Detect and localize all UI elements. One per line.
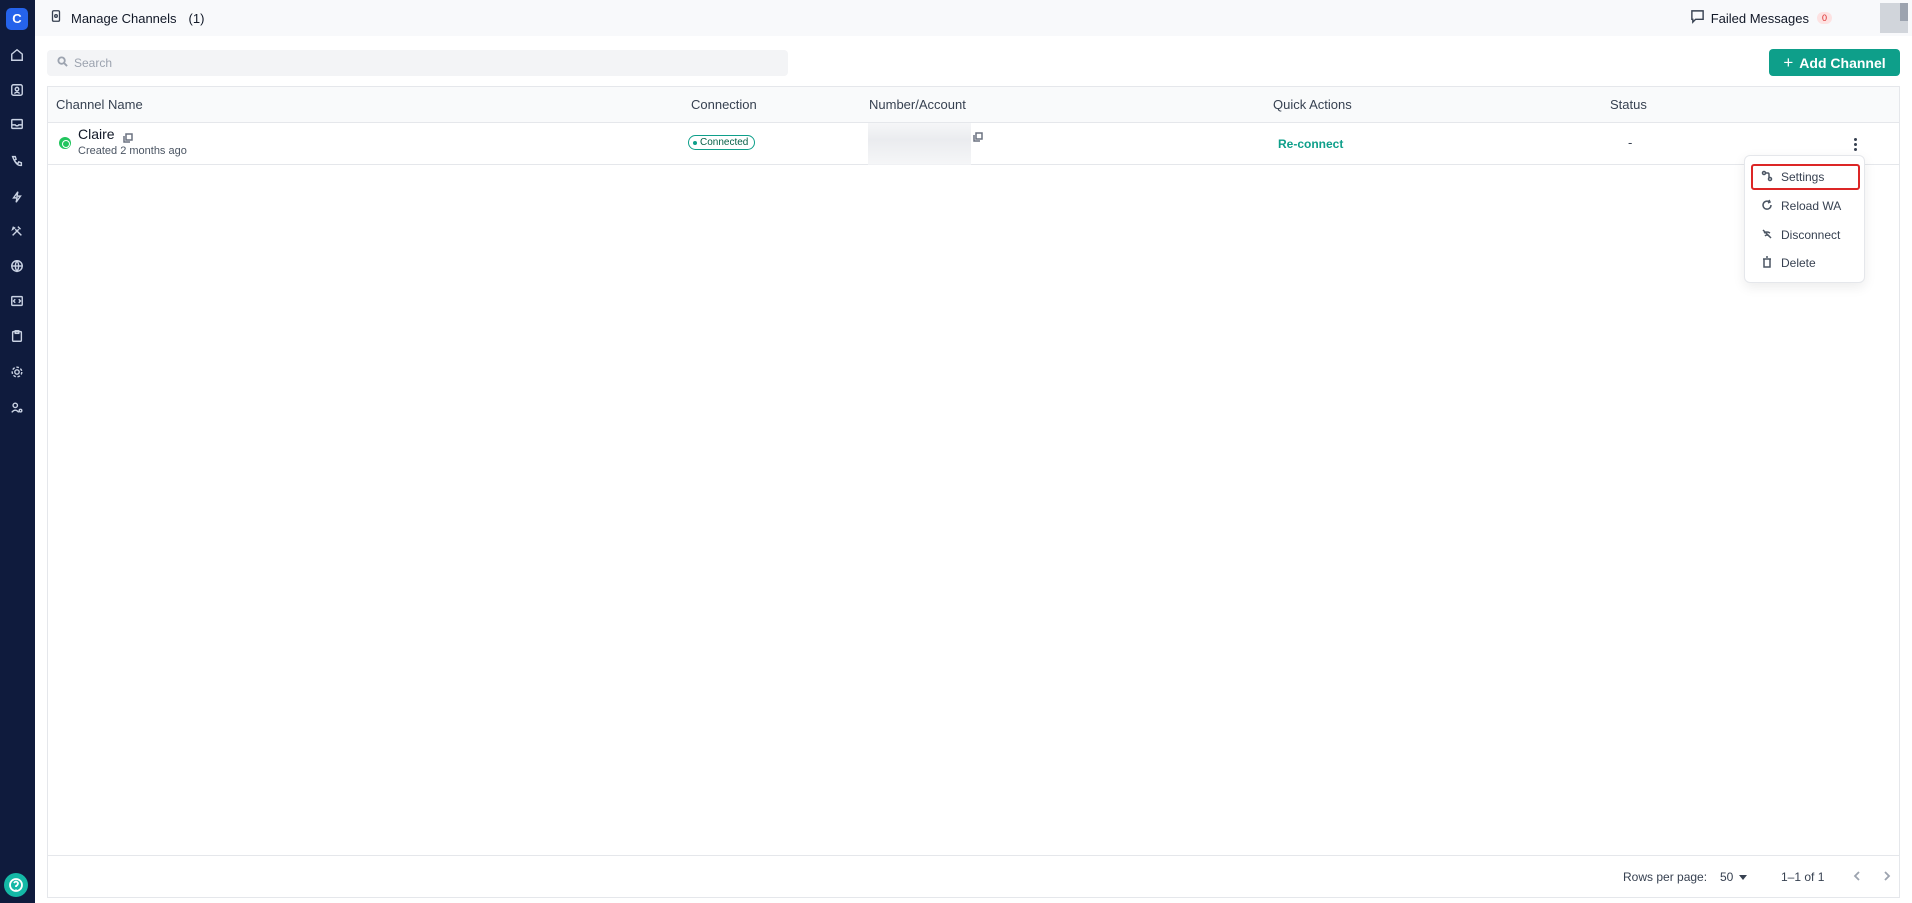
caret-down-icon — [1739, 874, 1748, 880]
whatsapp-icon — [59, 137, 71, 149]
copy-icon[interactable] — [123, 130, 133, 143]
trash-icon — [1761, 255, 1773, 271]
contacts-icon[interactable] — [6, 79, 28, 101]
rows-per-page-value: 50 — [1720, 870, 1734, 884]
table-header: Channel Name Connection Number/Account Q… — [48, 87, 1899, 123]
column-status: Status — [1610, 97, 1647, 112]
prev-page-icon[interactable] — [1848, 867, 1866, 885]
copy-number-icon[interactable] — [973, 129, 983, 142]
menu-item-delete[interactable]: Delete — [1751, 250, 1860, 276]
disconnect-icon — [1761, 228, 1773, 243]
column-number-account: Number/Account — [869, 97, 966, 112]
settings-flow-icon — [1761, 170, 1773, 185]
code-icon[interactable] — [6, 290, 28, 312]
channel-icon — [49, 9, 63, 28]
app-logo[interactable]: C — [6, 8, 28, 30]
table-footer: Rows per page: 50 1–1 of 1 — [48, 855, 1899, 897]
page-title: Manage Channels — [71, 11, 177, 26]
menu-item-reload-wa[interactable]: Reload WA — [1751, 193, 1860, 219]
search-icon — [57, 54, 68, 72]
connection-status-badge: Connected — [688, 135, 756, 150]
menu-item-label: Disconnect — [1781, 228, 1841, 242]
failed-messages-label: Failed Messages — [1710, 10, 1809, 26]
search-bar — [47, 50, 788, 76]
inbox-icon[interactable] — [6, 113, 28, 135]
channel-name: Claire — [78, 126, 115, 142]
search-input[interactable] — [74, 56, 754, 70]
column-channel-name: Channel Name — [56, 97, 143, 112]
avatar[interactable] — [1880, 3, 1908, 33]
message-flag-icon — [1690, 9, 1705, 27]
failed-messages-button[interactable]: Failed Messages 0 — [1690, 9, 1832, 27]
add-channel-label: Add Channel — [1799, 54, 1886, 71]
add-channel-button[interactable]: + Add Channel — [1769, 49, 1900, 76]
clipboard-icon[interactable] — [6, 325, 28, 347]
channels-table: Channel Name Connection Number/Account Q… — [47, 86, 1900, 898]
top-bar: Manage Channels (1) Failed Messages 0 — [35, 0, 1912, 36]
lightning-icon[interactable] — [6, 186, 28, 208]
menu-item-settings[interactable]: Settings — [1751, 164, 1860, 190]
column-connection: Connection — [691, 97, 757, 112]
globe-icon[interactable] — [6, 255, 28, 277]
failed-count-badge: 0 — [1816, 12, 1832, 24]
plus-icon: + — [1783, 53, 1794, 72]
sidebar: C — [0, 0, 35, 903]
user-settings-icon[interactable] — [6, 397, 28, 419]
column-quick-actions: Quick Actions — [1273, 97, 1352, 112]
rows-per-page-label: Rows per page: — [1623, 870, 1708, 884]
status-value: - — [1628, 135, 1633, 150]
help-icon[interactable] — [4, 873, 28, 897]
number-account-redacted — [868, 123, 971, 165]
menu-item-disconnect[interactable]: Disconnect — [1751, 222, 1860, 248]
page-header: Manage Channels (1) — [49, 9, 204, 28]
table-row[interactable]: Claire Created 2 months ago Connected Re… — [48, 123, 1899, 165]
menu-item-label: Delete — [1781, 256, 1816, 270]
menu-item-label: Reload WA — [1781, 199, 1842, 213]
channel-actions-menu: Settings Reload WA Disconnect Delete — [1744, 155, 1865, 283]
rows-per-page-select[interactable]: 50 — [1720, 870, 1748, 884]
channel-count: (1) — [188, 11, 205, 26]
more-options-icon[interactable] — [1849, 135, 1861, 153]
menu-item-label: Settings — [1781, 170, 1825, 184]
home-icon[interactable] — [6, 44, 28, 66]
next-page-icon[interactable] — [1878, 867, 1896, 885]
phone-icon[interactable] — [6, 150, 28, 172]
pagination-info: 1–1 of 1 — [1781, 870, 1825, 884]
settings-icon[interactable] — [6, 361, 28, 383]
channel-created: Created 2 months ago — [78, 145, 187, 157]
tools-icon[interactable] — [6, 220, 28, 242]
reload-icon — [1761, 199, 1773, 214]
reconnect-button[interactable]: Re-connect — [1278, 137, 1343, 151]
